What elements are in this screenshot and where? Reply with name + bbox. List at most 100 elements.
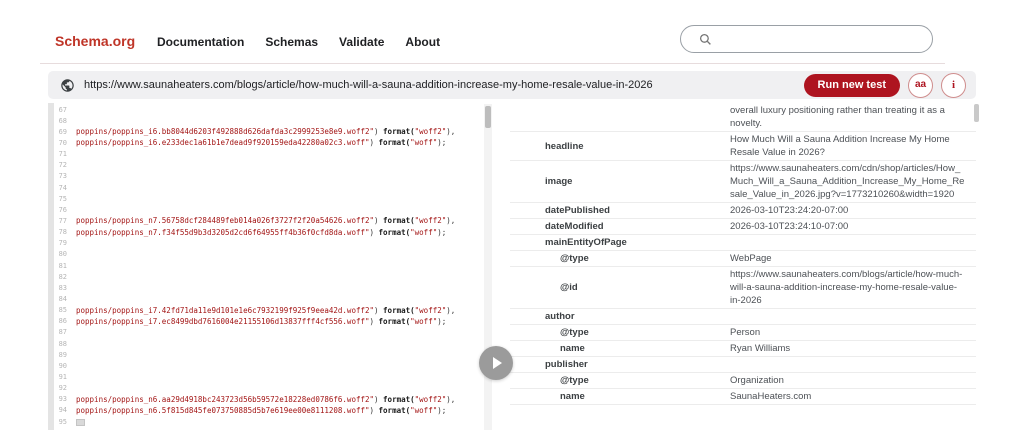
line-number: 67 [58, 105, 67, 114]
line-number: 84 [58, 294, 67, 303]
property-value: 2026-03-10T23:24:20-07:00 [730, 205, 849, 216]
code-panel-scrollbar[interactable] [484, 104, 492, 430]
code-line: 88 [54, 338, 482, 349]
line-number: 92 [58, 384, 67, 393]
code-line: 68 [54, 115, 482, 126]
line-number: 81 [58, 261, 67, 270]
schema-validator-page: Schema.org Documentation Schemas Validat… [0, 0, 1024, 432]
panel-expand-button[interactable] [479, 346, 513, 380]
property-value: https://www.saunaheaters.com/blogs/artic… [730, 269, 963, 306]
property-value: WebPage [730, 253, 772, 264]
play-icon [493, 357, 502, 369]
nav-item-validate[interactable]: Validate [339, 35, 384, 49]
code-line: 84 [54, 293, 482, 304]
line-number: 86 [58, 317, 67, 326]
property-value: How Much Will a Sauna Addition Increase … [730, 134, 950, 158]
code-line: 67 [54, 104, 482, 115]
line-number: 90 [58, 361, 67, 370]
results-scrollbar-thumb[interactable] [974, 104, 979, 122]
code-line-text: poppins/poppins_i6.e233dec1a61b1e7dead9f… [76, 138, 447, 148]
property-name: @type [560, 253, 589, 264]
table-row: @type Person [510, 325, 976, 341]
code-line-text: poppins/poppins_n6.5f815d845fe073750885d… [76, 405, 447, 415]
code-line-text: poppins/poppins_n7.56758dcf284489feb014a… [76, 216, 456, 226]
table-row: @id https://www.saunaheaters.com/blogs/a… [510, 267, 976, 309]
code-line: 69 poppins/poppins_i6.bb8044d6203f492888… [54, 126, 482, 137]
nav-item-about[interactable]: About [405, 35, 440, 49]
line-number: 82 [58, 272, 67, 281]
schema-org-logo[interactable]: Schema.org [55, 33, 135, 49]
property-name: @id [560, 282, 578, 293]
property-name: headline [545, 140, 584, 152]
line-number: 75 [58, 194, 67, 203]
search-icon [699, 33, 712, 46]
line-number: 87 [58, 328, 67, 337]
code-line: 85 poppins/poppins_i7.42fd71da11e9d101e1… [54, 305, 482, 316]
table-row: @type Organization [510, 373, 976, 389]
property-name: datePublished [545, 205, 610, 216]
line-number: 76 [58, 205, 67, 214]
code-line: 77 poppins/poppins_n7.56758dcf284489feb0… [54, 215, 482, 226]
table-row: dateModified 2026-03-10T23:24:10-07:00 [510, 219, 976, 235]
property-value: SaunaHeaters.com [730, 391, 812, 402]
nav-item-documentation[interactable]: Documentation [157, 35, 244, 49]
code-line: 94 poppins/poppins_n6.5f815d845fe0737508… [54, 405, 482, 416]
search-input[interactable] [680, 25, 933, 53]
code-line: 70 poppins/poppins_i6.e233dec1a61b1e7dea… [54, 137, 482, 148]
run-new-test-button[interactable]: Run new test [803, 73, 900, 97]
line-number: 68 [58, 116, 67, 125]
property-name: publisher [545, 359, 588, 370]
main-nav: Documentation Schemas Validate About [157, 35, 440, 49]
table-row: name Ryan Williams [510, 341, 976, 357]
code-line: 80 [54, 249, 482, 260]
table-row: @type WebPage [510, 251, 976, 267]
line-number: 74 [58, 183, 67, 192]
property-value: https://www.saunaheaters.com/cdn/shop/ar… [730, 163, 965, 200]
code-line: 91 [54, 371, 482, 382]
property-name: image [545, 176, 573, 187]
line-number: 80 [58, 250, 67, 259]
line-number: 88 [58, 339, 67, 348]
aa-icon: aa [914, 79, 927, 90]
line-number: 85 [58, 306, 67, 315]
code-line: 95 [54, 416, 482, 427]
code-line-text: poppins/poppins_n7.f34f55d9b3d3205d2cd6f… [76, 227, 447, 237]
property-name: name [560, 391, 585, 402]
line-number: 83 [58, 283, 67, 292]
property-name: @type [560, 327, 589, 338]
source-code-panel[interactable]: 67 68 69 poppins/poppins_i6.bb8044d6203f… [54, 104, 482, 430]
code-line: 83 [54, 282, 482, 293]
table-row: publisher [510, 357, 976, 373]
property-name: mainEntityOfPage [545, 237, 627, 248]
code-line: 78 poppins/poppins_n7.f34f55d9b3d3205d2c… [54, 227, 482, 238]
code-view-toggle-icon[interactable]: aa [908, 72, 933, 98]
nav-item-schemas[interactable]: Schemas [265, 35, 318, 49]
code-scrollbar-thumb[interactable] [485, 106, 491, 128]
line-number: 73 [58, 172, 67, 181]
header-divider [40, 63, 945, 64]
line-number: 91 [58, 372, 67, 381]
line-number: 71 [58, 150, 67, 159]
table-row: name SaunaHeaters.com [510, 389, 976, 405]
property-value: Organization [730, 375, 784, 386]
line-number: 77 [58, 216, 67, 225]
line-number: 70 [58, 138, 67, 147]
line-number: 95 [58, 417, 67, 426]
tested-url-text[interactable]: https://www.saunaheaters.com/blogs/artic… [84, 79, 653, 91]
line-number: 94 [58, 406, 67, 415]
table-row: mainEntityOfPage [510, 235, 976, 251]
property-name: name [560, 343, 585, 354]
code-line: 90 [54, 360, 482, 371]
line-number: 93 [58, 395, 67, 404]
code-line: 89 [54, 349, 482, 360]
code-line: 71 [54, 149, 482, 160]
property-name: @type [560, 375, 589, 386]
code-line: 79 [54, 238, 482, 249]
line-number: 78 [58, 228, 67, 237]
code-line: 82 [54, 271, 482, 282]
code-line: 76 [54, 204, 482, 215]
code-line-text: poppins/poppins_n6.aa29d4918bc243723d56b… [76, 394, 456, 404]
code-line: 81 [54, 260, 482, 271]
info-icon[interactable]: i [941, 72, 966, 98]
property-value: Ryan Williams [730, 343, 791, 354]
